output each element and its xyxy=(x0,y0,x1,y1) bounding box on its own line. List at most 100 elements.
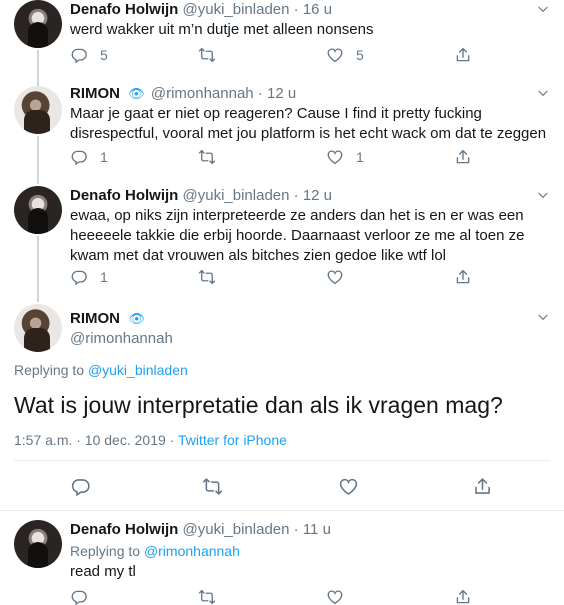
retweet-icon xyxy=(198,268,216,286)
display-name[interactable]: RIMON xyxy=(70,310,120,327)
eye-emoji: 👁 xyxy=(128,86,145,101)
like-button[interactable]: 1 xyxy=(326,148,364,166)
like-button[interactable] xyxy=(326,588,344,605)
tweet-header: Denafo Holwijn @yuki_binladen · 12 u xyxy=(70,186,332,205)
share-button[interactable] xyxy=(454,268,472,286)
display-name[interactable]: Denafo Holwijn xyxy=(70,187,178,204)
replying-prefix: Replying to xyxy=(70,543,141,559)
heart-icon xyxy=(326,268,344,286)
comment-icon xyxy=(70,148,88,166)
chevron-down-icon[interactable] xyxy=(536,310,550,324)
timestamp[interactable]: 12 u xyxy=(303,187,332,204)
like-button[interactable] xyxy=(338,476,359,497)
reply-button[interactable]: 1 xyxy=(70,148,108,166)
like-count: 1 xyxy=(356,149,364,165)
comment-icon xyxy=(70,268,88,286)
tweet-header: RIMON 👁 @rimonhannah · 12 u xyxy=(70,84,296,103)
reply-button[interactable] xyxy=(70,588,88,605)
share-button[interactable] xyxy=(454,46,472,64)
user-handle[interactable]: @rimonhannah xyxy=(151,85,254,102)
reply-button[interactable]: 5 xyxy=(70,46,108,64)
retweet-icon xyxy=(198,46,216,64)
retweet-button[interactable] xyxy=(202,476,223,497)
like-count: 5 xyxy=(356,47,364,63)
retweet-icon xyxy=(198,148,216,166)
avatar[interactable] xyxy=(14,304,62,352)
reply-count: 1 xyxy=(100,149,108,165)
like-button[interactable]: 5 xyxy=(326,46,364,64)
tweet[interactable]: RIMON 👁 @rimonhannah · 12 u Maar je gaat… xyxy=(0,84,564,180)
chevron-down-icon[interactable] xyxy=(536,86,550,100)
reply-button[interactable]: 1 xyxy=(70,268,108,286)
divider xyxy=(0,510,564,511)
user-handle[interactable]: @yuki_binladen xyxy=(183,521,290,538)
separator: · xyxy=(257,85,263,102)
retweet-button[interactable] xyxy=(198,588,216,605)
chevron-down-icon[interactable] xyxy=(536,2,550,16)
tweet-actions xyxy=(0,476,564,500)
tweet-meta: 1:57 a.m. · 10 dec. 2019 · Twitter for i… xyxy=(14,432,287,448)
reply-count: 1 xyxy=(100,269,108,285)
avatar[interactable] xyxy=(14,86,62,134)
heart-icon xyxy=(326,148,344,166)
replying-prefix: Replying to xyxy=(14,362,85,378)
timestamp[interactable]: 12 u xyxy=(267,85,296,102)
retweet-button[interactable] xyxy=(198,148,216,166)
replying-to-link[interactable]: @yuki_binladen xyxy=(88,362,188,378)
avatar[interactable] xyxy=(14,186,62,234)
like-button[interactable] xyxy=(326,268,344,286)
timestamp[interactable]: 16 u xyxy=(303,1,332,18)
avatar[interactable] xyxy=(14,0,62,48)
tweet[interactable]: Denafo Holwijn @yuki_binladen · 16 u wer… xyxy=(0,0,564,78)
avatar[interactable] xyxy=(14,520,62,568)
comment-icon xyxy=(70,46,88,64)
tweet-actions xyxy=(70,588,490,605)
chevron-down-icon[interactable] xyxy=(536,188,550,202)
tweet-text: werd wakker uit m’n dutje met alleen non… xyxy=(70,21,374,38)
retweet-icon xyxy=(202,476,223,497)
share-button[interactable] xyxy=(472,476,493,497)
user-handle[interactable]: @yuki_binladen xyxy=(183,187,290,204)
share-button[interactable] xyxy=(454,148,472,166)
user-handle[interactable]: @rimonhannah xyxy=(70,330,173,347)
tweet[interactable]: Denafo Holwijn @yuki_binladen · 11 u Rep… xyxy=(0,518,564,605)
reply-button[interactable] xyxy=(70,476,91,497)
reply-count: 5 xyxy=(100,47,108,63)
share-button[interactable] xyxy=(454,588,472,605)
tweet-source[interactable]: Twitter for iPhone xyxy=(178,432,287,448)
focused-tweet: RIMON 👁 @rimonhannah Replying to @yuki_b… xyxy=(0,304,564,511)
comment-icon xyxy=(70,588,88,605)
eye-emoji: 👁 xyxy=(128,311,145,326)
share-icon xyxy=(454,588,472,605)
separator: · xyxy=(293,521,299,538)
display-name[interactable]: Denafo Holwijn xyxy=(70,1,178,18)
share-icon xyxy=(454,268,472,286)
separator: · xyxy=(293,187,299,204)
tweet-header: Denafo Holwijn @yuki_binladen · 16 u xyxy=(70,0,332,19)
retweet-button[interactable] xyxy=(198,268,216,286)
replying-to: Replying to @rimonhannah xyxy=(70,542,240,561)
display-name[interactable]: Denafo Holwijn xyxy=(70,521,178,538)
heart-icon xyxy=(338,476,359,497)
tweet-text: Wat is jouw interpretatie dan als ik vra… xyxy=(14,392,503,418)
separator: · xyxy=(293,1,299,18)
tweet-actions: 5 5 xyxy=(70,46,490,68)
retweet-button[interactable] xyxy=(198,46,216,64)
tweet-text: Maar je gaat er niet op reageren? Cause … xyxy=(70,105,547,142)
replying-to: Replying to @yuki_binladen xyxy=(14,362,188,378)
tweet-header: RIMON 👁 @rimonhannah xyxy=(70,310,173,347)
tweet[interactable]: Denafo Holwijn @yuki_binladen · 12 u ewa… xyxy=(0,186,564,296)
tweet-text: read my tl xyxy=(70,563,136,580)
display-name[interactable]: RIMON xyxy=(70,85,120,102)
replying-to-link[interactable]: @rimonhannah xyxy=(144,543,240,559)
tweet-timestamp[interactable]: 1:57 a.m. · 10 dec. 2019 · xyxy=(14,432,174,448)
tweet-header: Denafo Holwijn @yuki_binladen · 11 u xyxy=(70,520,331,539)
tweet-actions: 1 xyxy=(70,268,490,290)
timestamp[interactable]: 11 u xyxy=(303,521,331,538)
retweet-icon xyxy=(198,588,216,605)
comment-icon xyxy=(70,476,91,497)
tweet-text: ewaa, op niks zijn interpreteerde ze and… xyxy=(70,207,525,264)
share-icon xyxy=(454,148,472,166)
user-handle[interactable]: @yuki_binladen xyxy=(183,1,290,18)
heart-icon xyxy=(326,588,344,605)
